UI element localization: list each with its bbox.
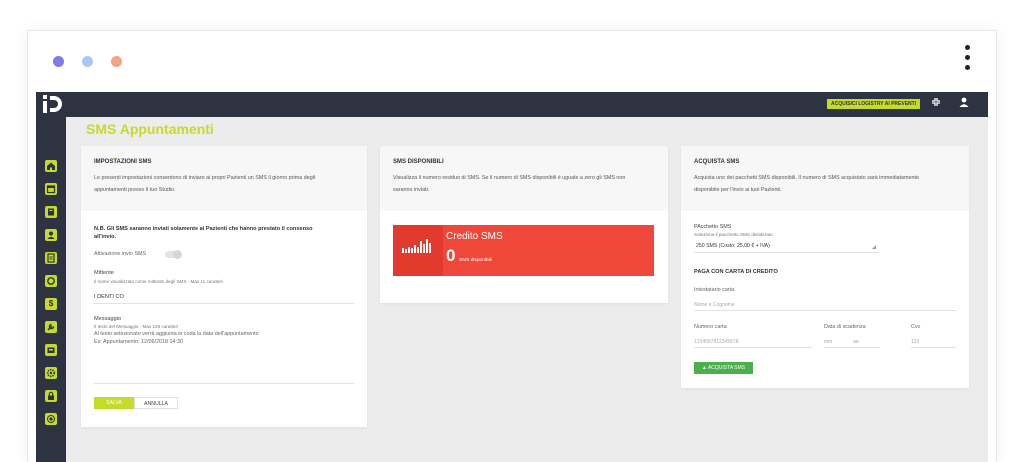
purchase-description-line1: Acquista uno dei pacchetti SMS disponibi… bbox=[694, 175, 920, 181]
credit-value: 0 bbox=[446, 246, 456, 265]
settings-description-line2: appuntamenti presso il tuo Studio. bbox=[94, 187, 176, 193]
wrench-icon[interactable] bbox=[45, 321, 57, 333]
select-resize-icon bbox=[872, 245, 876, 249]
purchase-description-line2: disponibile per l'invio ai tuoi Pazienti… bbox=[694, 187, 782, 193]
window-dot-lightblue bbox=[82, 56, 93, 67]
top-bar: ACQUISICI LOGISTRY AI PREVENTI bbox=[36, 92, 988, 117]
credit-chart-panel bbox=[393, 225, 443, 276]
credit-subtitle: SMS disponibili bbox=[459, 258, 492, 263]
page-title: SMS Appuntamenti bbox=[86, 121, 214, 137]
thumbs-up-icon: ▲ bbox=[701, 365, 707, 371]
cvv-label: Cvv bbox=[911, 324, 921, 330]
card-holder-label: Intestatario carta bbox=[694, 287, 735, 293]
credit-title: Credito SMS bbox=[446, 231, 503, 242]
expiry-month-input[interactable]: mm bbox=[824, 339, 832, 345]
sender-label: Mittente bbox=[94, 270, 114, 276]
available-description-line1: Visualizza il numero residuo di SMS. Se … bbox=[393, 175, 626, 181]
sender-input[interactable]: I DENTI CO bbox=[94, 294, 124, 300]
message-text-line2[interactable]: Es: Appuntamento: 12/06/2018 14:30 bbox=[94, 337, 183, 347]
inbox-icon[interactable] bbox=[45, 344, 57, 356]
document-icon[interactable] bbox=[45, 252, 57, 264]
package-select-underline bbox=[694, 252, 879, 253]
purchase-title: ACQUISTA SMS bbox=[694, 159, 740, 165]
sms-toggle-label: Attivazione invio SMS bbox=[94, 251, 147, 257]
agenda-icon[interactable] bbox=[45, 206, 57, 218]
card-holder-input[interactable]: Nome e Cognome bbox=[694, 302, 735, 308]
browser-window: ACQUISICI LOGISTRY AI PREVENTI $ SMS App… bbox=[27, 30, 997, 462]
sender-hint: Il nome visualizzato come mittente degli… bbox=[94, 279, 224, 284]
card-number-underline bbox=[694, 347, 812, 348]
target-icon[interactable] bbox=[45, 413, 57, 425]
cvv-input[interactable]: 123 bbox=[911, 339, 919, 345]
logo-icon bbox=[43, 95, 62, 113]
available-title: SMS DISPONIBILI bbox=[393, 159, 444, 165]
gear-icon[interactable] bbox=[45, 367, 57, 379]
buy-sms-button[interactable]: ▲ ACQUISTA SMS bbox=[694, 362, 753, 374]
settings-card: IMPOSTAZIONI SMS Le presenti impostazion… bbox=[81, 146, 367, 427]
available-sms-card: SMS DISPONIBILI Visualizza il numero res… bbox=[380, 146, 668, 303]
message-input-underline bbox=[94, 383, 354, 384]
buy-sms-label: ACQUISTA SMS bbox=[707, 365, 746, 371]
kebab-menu-icon[interactable] bbox=[965, 45, 971, 75]
settings-title: IMPOSTAZIONI SMS bbox=[94, 159, 152, 165]
fullscreen-icon[interactable] bbox=[931, 97, 941, 111]
sidebar: $ bbox=[36, 117, 66, 462]
refresh-icon[interactable] bbox=[45, 275, 57, 287]
consent-note-line1: N.B. Gli SMS saranno inviati solamente a… bbox=[94, 226, 313, 232]
sms-credit-box: Credito SMS 0 SMS disponibili bbox=[393, 225, 654, 276]
available-description-line2: saranno inviati. bbox=[393, 187, 430, 193]
save-button[interactable]: SALVA bbox=[94, 397, 134, 409]
card-holder-underline bbox=[694, 310, 956, 311]
package-select[interactable]: 250 SMS (Costo: 25,00 € + IVA) bbox=[696, 243, 770, 249]
package-hint: Seleziona il pacchetto SMS desiderato bbox=[694, 232, 773, 237]
sender-input-underline bbox=[94, 303, 354, 304]
user-icon[interactable] bbox=[45, 229, 57, 241]
cvv-underline bbox=[911, 347, 956, 348]
bar-chart-icon bbox=[402, 239, 434, 253]
app-screen: ACQUISICI LOGISTRY AI PREVENTI $ SMS App… bbox=[36, 92, 988, 462]
expiry-label: Data di scadenza bbox=[824, 324, 866, 330]
expiry-year-input[interactable]: aa bbox=[853, 339, 859, 345]
card-number-label: Numero carta bbox=[694, 324, 727, 330]
sms-activation-toggle[interactable] bbox=[165, 250, 182, 259]
cancel-button[interactable]: ANNULLA bbox=[134, 397, 178, 409]
dollar-icon[interactable]: $ bbox=[45, 298, 57, 310]
home-icon[interactable] bbox=[45, 160, 57, 172]
consent-note-line2: all'invio. bbox=[94, 234, 117, 240]
calendar-icon[interactable] bbox=[45, 183, 57, 195]
window-dot-orange bbox=[111, 56, 122, 67]
app-logo[interactable] bbox=[42, 94, 64, 115]
message-label: Messaggio bbox=[94, 316, 122, 322]
card-payment-heading: PAGA CON CARTA DI CREDITO bbox=[694, 269, 778, 275]
user-profile-icon[interactable] bbox=[959, 97, 969, 111]
promo-button[interactable]: ACQUISICI LOGISTRY AI PREVENTI bbox=[827, 99, 921, 109]
card-number-input[interactable]: 1234567812345678 bbox=[694, 339, 739, 345]
purchase-sms-card: ACQUISTA SMS Acquista uno dei pacchetti … bbox=[681, 146, 969, 388]
settings-description-line1: Le presenti impostazioni consentono di i… bbox=[94, 175, 316, 181]
package-label: PAcchetto SMS bbox=[694, 224, 732, 230]
expiry-underline bbox=[824, 347, 880, 348]
window-dot-blue bbox=[53, 56, 64, 67]
lock-icon[interactable] bbox=[45, 390, 57, 402]
